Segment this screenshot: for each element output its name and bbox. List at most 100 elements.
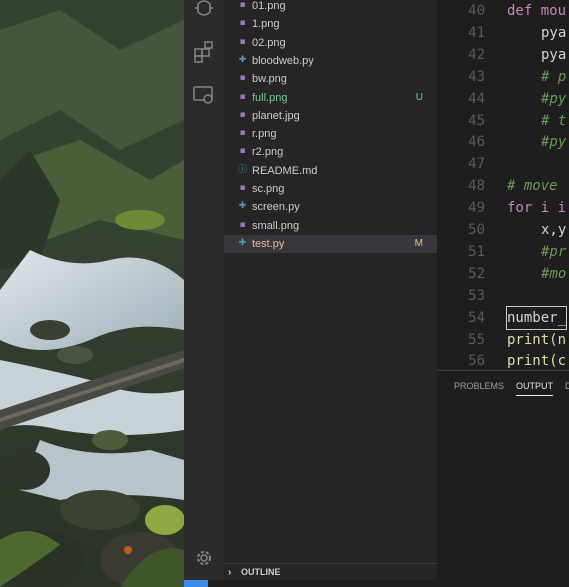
file-item[interactable]: ✚ screen.py <box>224 198 437 216</box>
file-name: test.py <box>252 237 285 250</box>
status-bar <box>184 580 569 587</box>
file-name: bw.png <box>252 73 287 86</box>
code-text: pya <box>541 24 567 41</box>
line-number: 52 <box>468 265 485 282</box>
file-name: bloodweb.py <box>252 54 314 67</box>
image-file-icon: ▪ <box>239 109 246 120</box>
line-number: 49 <box>468 200 485 217</box>
code-line: 56 print(c <box>437 350 569 370</box>
line-number: 51 <box>468 243 485 260</box>
image-file-icon: ▪ <box>239 36 246 47</box>
line-number: 46 <box>468 134 485 151</box>
code-line: 50 x,y <box>437 219 569 241</box>
file-item[interactable]: ▪ r.png <box>224 125 437 143</box>
file-item[interactable]: ▪ sc.png <box>224 180 437 198</box>
git-status-badge: M <box>414 237 423 249</box>
explorer-sidebar: ▪ 01.png ▪ 1.png ▪ 02.png ✚ bloodweb.py ▪ bw.png ▪… <box>224 0 437 580</box>
file-name: screen.py <box>252 201 300 214</box>
desktop-wallpaper <box>0 0 184 587</box>
file-name: sc.png <box>252 183 285 195</box>
file-item[interactable]: ▪ 01.png <box>224 0 437 15</box>
python-file-icon: ✚ <box>238 201 247 212</box>
file-name: 1.png <box>252 18 280 31</box>
code-line: 52 #mo <box>437 263 569 285</box>
image-file-icon: ▪ <box>239 91 246 102</box>
line-number: 54 <box>468 309 485 326</box>
file-name: r.png <box>252 128 277 141</box>
code-text: pya <box>541 46 567 63</box>
chevron-right-icon: › <box>228 567 232 578</box>
line-number: 40 <box>468 3 485 19</box>
code-line: 46 #py <box>437 131 569 153</box>
code-text: #pr <box>541 243 567 260</box>
bottom-panel: PROBLEMS OUTPUT D <box>437 370 569 581</box>
remote-indicator[interactable] <box>184 580 208 587</box>
tab-problems[interactable]: PROBLEMS <box>454 381 504 391</box>
file-name: README.md <box>252 164 318 177</box>
code-line: 43 # p <box>437 66 569 88</box>
code-line: 45 # t <box>437 110 569 132</box>
extensions-icon[interactable] <box>192 40 216 64</box>
code-line: 44 #py <box>437 88 569 110</box>
file-item[interactable]: ⓘ README.md <box>224 162 437 180</box>
file-item[interactable]: ▪ small.png <box>224 217 437 235</box>
line-number: 45 <box>468 112 485 129</box>
image-file-icon: ▪ <box>239 18 246 29</box>
file-item[interactable]: ▪ bw.png <box>224 70 437 88</box>
image-file-icon: ▪ <box>239 73 246 84</box>
code-line: 48 # move <box>437 175 569 197</box>
line-number: 48 <box>468 178 485 195</box>
tab-output[interactable]: OUTPUT <box>516 381 553 396</box>
code-text: print(n <box>507 331 567 348</box>
image-file-icon: ▪ <box>239 0 246 10</box>
line-number: 41 <box>468 24 485 41</box>
line-number: 47 <box>468 156 485 173</box>
code-line: 51 #pr <box>437 241 569 263</box>
settings-gear-icon[interactable] <box>192 546 216 570</box>
line-number: 44 <box>468 90 485 107</box>
file-item[interactable]: ✚ test.py M <box>224 234 437 253</box>
code-text: # p <box>541 68 567 85</box>
line-number: 56 <box>468 353 485 370</box>
image-file-icon: ▪ <box>239 146 246 157</box>
debug-icon[interactable] <box>192 0 216 24</box>
line-number: 50 <box>468 222 485 238</box>
file-item[interactable]: ▪ 02.png <box>224 34 437 52</box>
python-file-icon: ✚ <box>238 54 247 65</box>
file-item[interactable]: ▪ planet.jpg <box>224 107 437 125</box>
code-text: #py <box>541 90 567 107</box>
file-item[interactable]: ▪ 1.png <box>224 15 437 33</box>
file-item[interactable]: ✚ bloodweb.py <box>224 52 437 70</box>
image-file-icon: ▪ <box>239 219 246 230</box>
code-line: 54 number_ <box>437 305 569 330</box>
image-file-icon: ▪ <box>239 183 246 193</box>
code-line: 40 def mou <box>437 0 569 22</box>
code-line: 47 <box>437 153 569 175</box>
code-text: number_ <box>505 305 568 330</box>
file-item[interactable]: ▪ full.png U <box>224 89 437 107</box>
info-file-icon: ⓘ <box>237 164 247 175</box>
code-text: print(c <box>507 353 567 370</box>
activity-bar <box>184 0 224 580</box>
code-editor[interactable]: 40 def mou 41 pya 42 pya 43 # p 44 #py 45 # t 46 #py 4… <box>437 0 569 370</box>
remote-explorer-icon[interactable] <box>192 84 216 108</box>
code-line: 49 for i i <box>437 197 569 219</box>
code-text: # move <box>507 178 558 195</box>
code-text: # t <box>541 112 567 129</box>
file-name: 01.png <box>252 0 286 12</box>
tab-debug-console[interactable]: D <box>565 381 569 391</box>
code-text: def mou <box>507 3 567 19</box>
outline-label: OUTLINE <box>241 567 281 577</box>
line-number: 42 <box>468 46 485 63</box>
file-name: full.png <box>252 91 288 104</box>
code-text: #py <box>541 134 567 151</box>
code-text: #mo <box>541 265 567 282</box>
file-item[interactable]: ▪ r2.png <box>224 143 437 161</box>
line-number: 43 <box>468 68 485 85</box>
code-line: 53 <box>437 285 569 307</box>
outline-section-header[interactable]: › OUTLINE <box>224 563 437 581</box>
file-name: planet.jpg <box>252 109 300 122</box>
image-file-icon: ▪ <box>239 128 246 139</box>
line-number: 55 <box>468 331 485 348</box>
code-text: x,y <box>541 222 567 238</box>
